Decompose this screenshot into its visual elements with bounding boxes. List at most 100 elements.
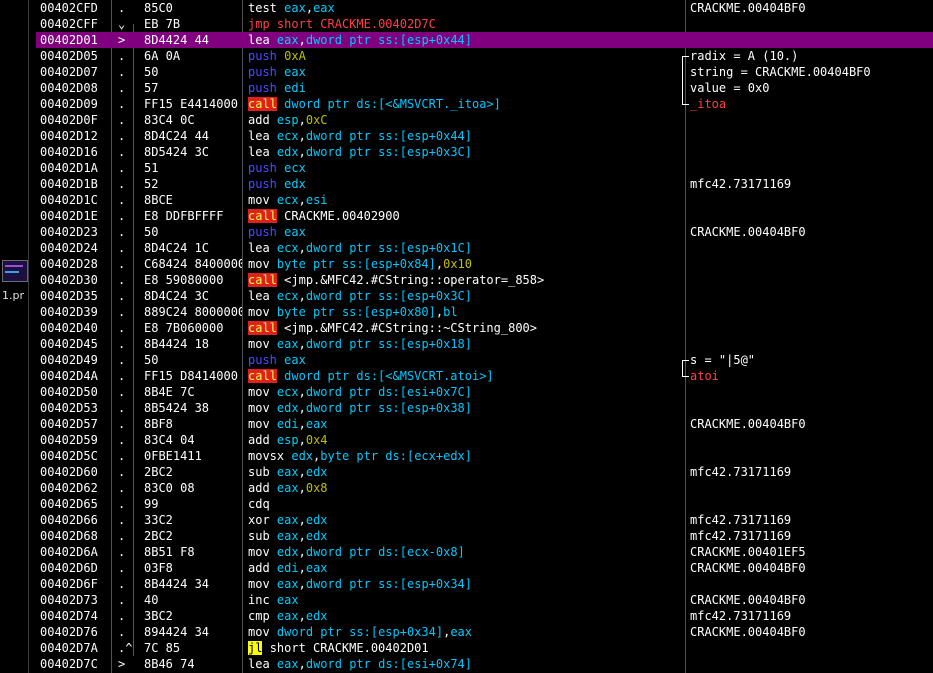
- disasm-row[interactable]: 00402D60. 2BC2 sub eax,edx mfc42.73171169: [36, 464, 933, 480]
- disasm-row[interactable]: 00402D1B. 52 push edx mfc42.73171169: [36, 176, 933, 192]
- comment-cell[interactable]: CRACKME.00404BF0: [690, 416, 933, 432]
- hex-bytes-cell[interactable]: E8 7B060000: [144, 320, 242, 336]
- address-cell[interactable]: 00402D6D: [40, 560, 110, 576]
- address-cell[interactable]: 00402D12: [40, 128, 110, 144]
- disassembly-cell[interactable]: push edx: [248, 176, 688, 192]
- address-cell[interactable]: 00402D07: [40, 64, 110, 80]
- address-cell[interactable]: 00402D1C: [40, 192, 110, 208]
- disassembly-cell[interactable]: mov byte ptr ss:[esp+0x84],0x10: [248, 256, 688, 272]
- address-cell[interactable]: 00402D57: [40, 416, 110, 432]
- disassembly-cell[interactable]: mov eax,dword ptr ss:[esp+0x18]: [248, 336, 688, 352]
- hex-bytes-cell[interactable]: E8 59080000: [144, 272, 242, 288]
- comment-cell[interactable]: [690, 256, 933, 272]
- comment-cell[interactable]: CRACKME.00404BF0: [690, 560, 933, 576]
- disasm-row[interactable]: 00402D73. 40 inc eax CRACKME.00404BF0: [36, 592, 933, 608]
- address-cell[interactable]: 00402D35: [40, 288, 110, 304]
- comment-cell[interactable]: [690, 320, 933, 336]
- disasm-row[interactable]: 00402CFD. 85C0 test eax,eax CRACKME.00404BF…: [36, 0, 933, 16]
- address-cell[interactable]: 00402D6F: [40, 576, 110, 592]
- hex-bytes-cell[interactable]: 889C24 80000000: [144, 304, 242, 320]
- comment-cell[interactable]: mfc42.73171169: [690, 464, 933, 480]
- disasm-row[interactable]: 00402D07. 50 push eax string = CRACKME.0040…: [36, 64, 933, 80]
- comment-cell[interactable]: [690, 384, 933, 400]
- disassembly-cell[interactable]: mov byte ptr ss:[esp+0x80],bl: [248, 304, 688, 320]
- hex-bytes-cell[interactable]: 83C4 0C: [144, 112, 242, 128]
- comment-cell[interactable]: [690, 144, 933, 160]
- disassembly-cell[interactable]: lea eax,dword ptr ds:[esi+0x74]: [248, 656, 688, 672]
- disasm-row[interactable]: 00402D09. FF15 E4414000 call dword ptr ds:…: [36, 96, 933, 112]
- comment-cell[interactable]: [690, 32, 933, 48]
- disassembly-cell[interactable]: push 0xA: [248, 48, 688, 64]
- hex-bytes-cell[interactable]: 7C 85: [144, 640, 242, 656]
- address-cell[interactable]: 00402D1E: [40, 208, 110, 224]
- hex-bytes-cell[interactable]: FF15 D8414000: [144, 368, 242, 384]
- hex-bytes-cell[interactable]: 50: [144, 64, 242, 80]
- disassembly-cell[interactable]: lea eax,dword ptr ss:[esp+0x44]: [248, 32, 688, 48]
- disassembly-cell[interactable]: lea ecx,dword ptr ss:[esp+0x1C]: [248, 240, 688, 256]
- address-cell[interactable]: 00402D76: [40, 624, 110, 640]
- address-cell[interactable]: 00402D66: [40, 512, 110, 528]
- address-cell[interactable]: 00402D1A: [40, 160, 110, 176]
- disasm-row[interactable]: 00402D05. 6A 0A push 0xA radix = A (10.): [36, 48, 933, 65]
- hex-bytes-cell[interactable]: 8B5424 38: [144, 400, 242, 416]
- hex-bytes-cell[interactable]: 8B51 F8: [144, 544, 242, 560]
- disassembly-cell[interactable]: call dword ptr ds:[<&MSVCRT.atoi>]: [248, 368, 688, 384]
- disassembly-cell[interactable]: call <jmp.&MFC42.#CString::~CString_800>: [248, 320, 688, 336]
- disassembly-cell[interactable]: mov eax,dword ptr ss:[esp+0x34]: [248, 576, 688, 592]
- disassembly-cell[interactable]: add edi,eax: [248, 560, 688, 576]
- address-cell[interactable]: 00402D45: [40, 336, 110, 352]
- address-cell[interactable]: 00402D62: [40, 480, 110, 496]
- hex-bytes-cell[interactable]: 99: [144, 496, 242, 512]
- address-cell[interactable]: 00402D05: [40, 48, 110, 64]
- comment-cell[interactable]: [690, 496, 933, 512]
- disassembly-cell[interactable]: mov dword ptr ss:[esp+0x34],eax: [248, 624, 688, 640]
- hex-bytes-cell[interactable]: 83C4 04: [144, 432, 242, 448]
- disasm-row[interactable]: 00402D0F. 83C4 0C add esp,0xC: [36, 112, 933, 128]
- disasm-row[interactable]: 00402D1C. 8BCE mov ecx,esi: [36, 192, 933, 208]
- address-cell[interactable]: 00402D60: [40, 464, 110, 480]
- disasm-row[interactable]: 00402D7A .^ 7C 85 jl short CRACKME.00402D01: [36, 640, 933, 656]
- hex-bytes-cell[interactable]: 83C0 08: [144, 480, 242, 496]
- disassembly-cell[interactable]: test eax,eax: [248, 0, 688, 16]
- hex-bytes-cell[interactable]: 33C2: [144, 512, 242, 528]
- comment-cell[interactable]: mfc42.73171169: [690, 528, 933, 544]
- disasm-row[interactable]: 00402D6A. 8B51 F8 mov edx,dword ptr ds:[ec…: [36, 544, 933, 560]
- address-cell[interactable]: 00402D68: [40, 528, 110, 544]
- disassembly-cell[interactable]: mov edx,dword ptr ss:[esp+0x38]: [248, 400, 688, 416]
- address-cell[interactable]: 00402D16: [40, 144, 110, 160]
- address-cell[interactable]: 00402CFF: [40, 16, 110, 32]
- disasm-row[interactable]: 00402D74. 3BC2 cmp eax,edx mfc42.73171169: [36, 608, 933, 624]
- address-cell[interactable]: 00402D6A: [40, 544, 110, 560]
- comment-cell[interactable]: [690, 640, 933, 656]
- disasm-row[interactable]: 00402D76. 894424 34 mov dword ptr ss:[esp+…: [36, 624, 933, 640]
- hex-bytes-cell[interactable]: 50: [144, 352, 242, 368]
- disassembly-cell[interactable]: add esp,0xC: [248, 112, 688, 128]
- disasm-row[interactable]: 00402D01 >8D4424 44 lea eax,dword ptr ss:[…: [36, 32, 933, 48]
- disassembly-cell[interactable]: call CRACKME.00402900: [248, 208, 688, 224]
- disassembly-cell[interactable]: inc eax: [248, 592, 688, 608]
- disassembly-cell[interactable]: add esp,0x4: [248, 432, 688, 448]
- comment-cell[interactable]: atoi: [690, 368, 933, 384]
- disasm-row[interactable]: 00402D08. 57 push edi value = 0x0: [36, 80, 933, 96]
- disasm-row[interactable]: 00402D39. 889C24 80000000 mov byte ptr ss:…: [36, 304, 933, 320]
- hex-bytes-cell[interactable]: 8BCE: [144, 192, 242, 208]
- hex-bytes-cell[interactable]: 85C0: [144, 0, 242, 16]
- hex-bytes-cell[interactable]: 8D5424 3C: [144, 144, 242, 160]
- disasm-row[interactable]: 00402D12. 8D4C24 44 lea ecx,dword ptr ss:[…: [36, 128, 933, 144]
- hex-bytes-cell[interactable]: 8B4E 7C: [144, 384, 242, 400]
- disassembly-cell[interactable]: mov edi,eax: [248, 416, 688, 432]
- comment-cell[interactable]: [690, 112, 933, 128]
- address-cell[interactable]: 00402CFD: [40, 0, 110, 16]
- comment-cell[interactable]: mfc42.73171169: [690, 608, 933, 624]
- hex-bytes-cell[interactable]: 03F8: [144, 560, 242, 576]
- address-cell[interactable]: 00402D24: [40, 240, 110, 256]
- address-cell[interactable]: 00402D65: [40, 496, 110, 512]
- comment-cell[interactable]: [690, 400, 933, 416]
- disassembly-cell[interactable]: movsx edx,byte ptr ds:[ecx+edx]: [248, 448, 688, 464]
- comment-cell[interactable]: mfc42.73171169: [690, 512, 933, 528]
- disassembly-cell[interactable]: add eax,0x8: [248, 480, 688, 496]
- disasm-row[interactable]: 00402D62. 83C0 08 add eax,0x8: [36, 480, 933, 496]
- disassembly-cell[interactable]: call dword ptr ds:[<&MSVCRT._itoa>]: [248, 96, 688, 112]
- disasm-row[interactable]: 00402D4A. FF15 D8414000 call dword ptr ds:…: [36, 368, 933, 384]
- disasm-row[interactable]: 00402D68. 2BC2 sub eax,edx mfc42.73171169: [36, 528, 933, 544]
